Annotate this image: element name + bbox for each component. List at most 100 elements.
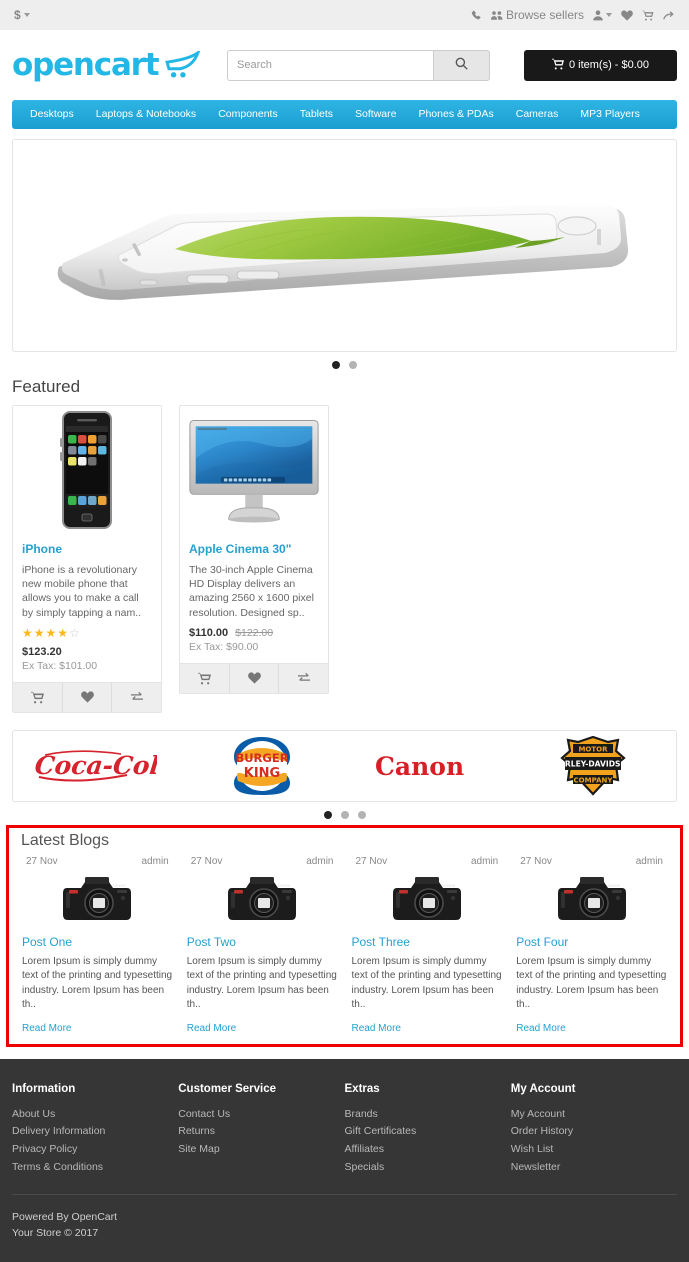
blog-post-title-link[interactable]: Post One <box>22 935 173 949</box>
blog-image-camera[interactable]: D5300 <box>187 873 338 925</box>
blog-post-excerpt: Lorem Ipsum is simply dummy text of the … <box>186 955 337 1011</box>
footer-link-specials[interactable]: Specials <box>345 1159 511 1177</box>
brand-logo-canon[interactable]: Canon <box>345 750 511 782</box>
brand-logo-burger-king[interactable]: BURGER KING <box>179 735 345 797</box>
phone-icon[interactable] <box>471 10 482 21</box>
blog-image-camera[interactable]: D5300 <box>352 873 503 925</box>
blog-post-title-link[interactable]: Post Four <box>516 935 667 949</box>
checkout-share-arrow-icon[interactable] <box>663 10 675 21</box>
blog-post-title-link[interactable]: Post Two <box>187 935 338 949</box>
product-rating-stars: ★ ★ ★ ★ ☆ <box>22 627 152 639</box>
product-card[interactable]: Apple Cinema 30" The 30-inch Apple Cinem… <box>179 405 329 694</box>
nav-item-mp3-players[interactable]: MP3 Players <box>569 100 651 129</box>
brand-dot-1[interactable] <box>323 810 332 819</box>
footer-link-about-us[interactable]: About Us <box>12 1106 178 1124</box>
nav-item-software[interactable]: Software <box>344 100 407 129</box>
nav-item-laptops-notebooks[interactable]: Laptops & Notebooks <box>85 100 207 129</box>
product-tax-price: Ex Tax: $101.00 <box>22 659 98 672</box>
nav-item-tablets[interactable]: Tablets <box>289 100 344 129</box>
blog-post-excerpt: Lorem Ipsum is simply dummy text of the … <box>22 955 173 1011</box>
product-image-apple-cinema[interactable] <box>180 406 328 534</box>
hero-dot-1[interactable] <box>332 361 340 369</box>
brand-carousel: Coca-Cola BURGER KING Canon MOTOR ARLEY-… <box>12 729 677 802</box>
footer-link-returns[interactable]: Returns <box>178 1123 344 1141</box>
blog-post-card: 27 Nov admin D5300 <box>509 856 674 1034</box>
user-icon <box>593 9 603 21</box>
brand-dot-2[interactable] <box>340 810 349 819</box>
add-to-cart-button[interactable] <box>13 682 63 712</box>
svg-text:Canon: Canon <box>375 752 464 781</box>
footer-divider <box>12 1194 677 1196</box>
footer-link-order-history[interactable]: Order History <box>511 1123 677 1141</box>
product-name-link[interactable]: iPhone <box>22 542 152 556</box>
hero-dot-2[interactable] <box>349 361 357 369</box>
product-card[interactable]: iPhone iPhone is a revolutionary new mob… <box>12 405 162 713</box>
blog-read-more-link[interactable]: Read More <box>516 1023 565 1034</box>
compare-button[interactable] <box>112 683 161 712</box>
blog-read-more-link[interactable]: Read More <box>352 1023 401 1034</box>
blog-post-card: 27 Nov admin D5300 <box>345 856 510 1034</box>
blog-read-more-link[interactable]: Read More <box>22 1023 71 1034</box>
blog-post-excerpt: Lorem Ipsum is simply dummy text of the … <box>351 955 502 1011</box>
blog-post-title-link[interactable]: Post Three <box>352 935 503 949</box>
footer-link-affiliates[interactable]: Affiliates <box>345 1141 511 1159</box>
site-logo[interactable]: opencart <box>12 47 227 83</box>
footer-bottom: Powered By OpenCart Your Store © 2017 <box>12 1209 677 1262</box>
product-price: $110.00 <box>189 626 229 639</box>
brand-carousel-dots <box>0 802 689 825</box>
search-button[interactable] <box>433 49 490 81</box>
product-image-iphone[interactable] <box>13 406 161 534</box>
search-input[interactable] <box>227 49 433 81</box>
brand-logo-coca-cola[interactable]: Coca-Cola <box>13 745 179 787</box>
nav-item-components[interactable]: Components <box>207 100 289 129</box>
svg-text:D5300: D5300 <box>113 884 126 888</box>
add-to-wishlist-button[interactable] <box>230 663 280 693</box>
blog-author: admin <box>471 855 499 867</box>
footer-link-terms-conditions[interactable]: Terms & Conditions <box>12 1159 178 1177</box>
browse-sellers-link[interactable]: Browse sellers <box>490 8 584 22</box>
product-description: iPhone is a revolutionary new mobile pho… <box>22 564 142 619</box>
wishlist-icon[interactable] <box>621 9 633 21</box>
product-name-link[interactable]: Apple Cinema 30" <box>189 542 319 556</box>
compare-button[interactable] <box>279 664 328 693</box>
blog-image-camera[interactable]: D5300 <box>22 873 173 925</box>
svg-text:BURGER: BURGER <box>235 751 288 765</box>
my-account-dropdown[interactable] <box>593 9 612 21</box>
brand-logo-harley-davidson[interactable]: MOTOR HARLEY-DAVIDSON COMPANY <box>510 735 676 796</box>
footer-link-site-map[interactable]: Site Map <box>178 1141 344 1159</box>
product-old-price: $122.00 <box>235 626 274 639</box>
cart-total-button[interactable]: 0 item(s) - $0.00 <box>524 49 677 81</box>
footer-link-my-account[interactable]: My Account <box>511 1106 677 1124</box>
svg-text:D5300: D5300 <box>443 884 456 888</box>
star-filled: ★ <box>57 625 69 640</box>
footer-link-gift-certificates[interactable]: Gift Certificates <box>345 1123 511 1141</box>
blog-read-more-link[interactable]: Read More <box>187 1023 236 1034</box>
opencart-link[interactable]: OpenCart <box>72 1211 118 1223</box>
footer-link-delivery-information[interactable]: Delivery Information <box>12 1123 178 1141</box>
footer-column-customer-service: Customer Service Contact Us Returns Site… <box>178 1083 344 1177</box>
featured-products-grid: iPhone iPhone is a revolutionary new mob… <box>12 405 677 713</box>
logo-text: opencart <box>12 47 160 83</box>
footer-link-wish-list[interactable]: Wish List <box>511 1141 677 1159</box>
currency-selector[interactable]: $ <box>14 8 30 22</box>
search-group <box>227 49 490 81</box>
svg-text:Coca-Cola: Coca-Cola <box>35 750 157 780</box>
nav-item-phones-pdas[interactable]: Phones & PDAs <box>407 100 504 129</box>
blog-image-camera[interactable]: D5300 <box>516 873 667 925</box>
footer-link-brands[interactable]: Brands <box>345 1106 511 1124</box>
hero-banner-slide[interactable] <box>12 139 677 352</box>
add-to-cart-button[interactable] <box>180 663 230 693</box>
footer-link-newsletter[interactable]: Newsletter <box>511 1159 677 1177</box>
footer-link-privacy-policy[interactable]: Privacy Policy <box>12 1141 178 1159</box>
add-to-wishlist-button[interactable] <box>63 682 113 712</box>
latest-blogs-grid: 27 Nov admin D5300 Post One Lorem Ipsum … <box>15 856 674 1034</box>
star-empty: ☆ <box>69 625 80 640</box>
nav-item-cameras[interactable]: Cameras <box>505 100 570 129</box>
nav-item-desktops[interactable]: Desktops <box>12 100 85 129</box>
featured-section-title: Featured <box>12 377 81 396</box>
footer-link-contact-us[interactable]: Contact Us <box>178 1106 344 1124</box>
footer-column-my-account: My Account My Account Order History Wish… <box>511 1083 677 1177</box>
shopping-cart-icon[interactable] <box>642 10 654 21</box>
hero-carousel-dots <box>0 352 689 375</box>
brand-dot-3[interactable] <box>357 810 366 819</box>
